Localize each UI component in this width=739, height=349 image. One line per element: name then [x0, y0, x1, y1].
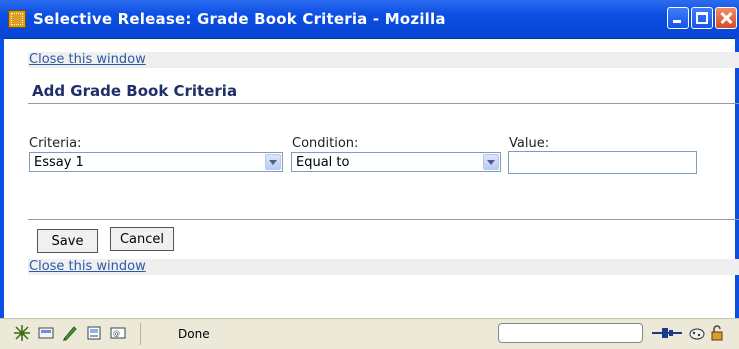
divider — [28, 103, 739, 104]
chevron-down-icon[interactable] — [265, 154, 281, 170]
value-input[interactable] — [508, 151, 697, 174]
composer-icon[interactable] — [62, 325, 78, 341]
value-label: Value: — [509, 136, 550, 151]
status-bar: @ Done — [0, 318, 739, 349]
address-book-icon[interactable] — [86, 325, 102, 341]
condition-label: Condition: — [292, 136, 359, 151]
progress-bar — [498, 323, 643, 343]
status-separator — [140, 323, 141, 345]
divider — [28, 219, 739, 220]
close-window-link[interactable]: Close this window — [29, 52, 146, 67]
mozilla-app-icon[interactable] — [8, 10, 26, 28]
window-frame-right — [735, 38, 739, 348]
close-window-link[interactable]: Close this window — [29, 259, 146, 274]
window-title: Selective Release: Grade Book Criteria -… — [33, 10, 446, 28]
navigator-icon[interactable] — [14, 325, 30, 341]
lock-icon[interactable] — [709, 325, 725, 341]
criteria-selected-value: Essay 1 — [34, 155, 84, 170]
save-button[interactable]: Save — [37, 229, 98, 253]
minimize-button[interactable] — [667, 7, 689, 29]
maximize-button[interactable] — [691, 7, 713, 29]
window-frame-left — [0, 38, 4, 348]
condition-select[interactable]: Equal to — [291, 152, 501, 172]
close-link-bar-bottom: Close this window — [28, 259, 739, 275]
cookie-icon[interactable] — [688, 325, 706, 341]
condition-selected-value: Equal to — [296, 155, 350, 170]
close-link-bar-top: Close this window — [28, 52, 739, 68]
cancel-button[interactable]: Cancel — [110, 227, 174, 251]
page-heading: Add Grade Book Criteria — [32, 82, 238, 100]
irc-chat-icon[interactable]: @ — [110, 325, 126, 341]
criteria-select[interactable]: Essay 1 — [29, 152, 283, 172]
status-text: Done — [178, 327, 210, 341]
mail-icon[interactable] — [38, 325, 54, 341]
close-window-button[interactable] — [715, 7, 737, 29]
online-offline-icon[interactable] — [652, 325, 682, 341]
window-title-bar[interactable]: Selective Release: Grade Book Criteria -… — [0, 0, 739, 39]
svg-text:@: @ — [113, 330, 120, 338]
chevron-down-icon[interactable] — [483, 154, 499, 170]
criteria-label: Criteria: — [29, 136, 82, 151]
